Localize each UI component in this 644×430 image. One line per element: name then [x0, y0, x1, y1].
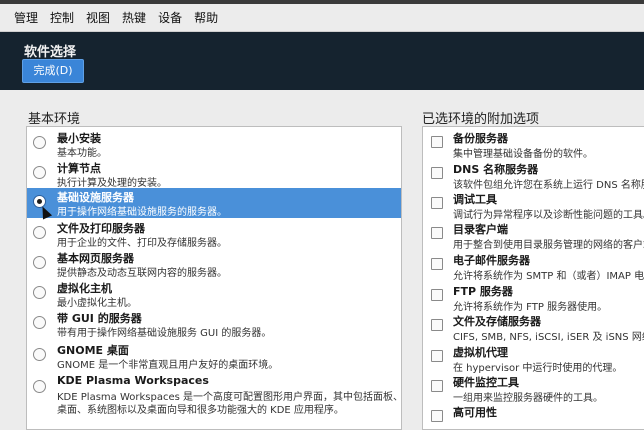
software-selection-content: 基本环境 已选环境的附加选项 最小安装 基本功能。 计算节点 执行计算及处理的安…	[8, 90, 644, 430]
env-item-desc: GNOME 是一个非常直观且用户友好的桌面环境。	[57, 360, 279, 371]
addon-item-name: 电子邮件服务器	[453, 254, 530, 267]
env-item-desc: 提供静态及动态互联网内容的服务器。	[57, 268, 227, 279]
env-item-server-with-gui[interactable]: 带 GUI 的服务器 带有用于操作网络基础设施服务 GUI 的服务器。	[27, 309, 401, 339]
menu-control[interactable]: 控制	[44, 9, 80, 26]
addon-item-high-availability[interactable]: 高可用性	[423, 403, 644, 429]
addon-item-name: 目录客户端	[453, 223, 508, 236]
checkbox[interactable]	[431, 319, 443, 331]
checkbox[interactable]	[431, 167, 443, 179]
env-item-virtualization-host[interactable]: 虚拟化主机 最小虚拟化主机。	[27, 279, 401, 309]
addon-item-name: 硬件监控工具	[453, 376, 519, 389]
addon-item-desc: 该软件包组允许您在系统上运行 DNS 名称服	[453, 180, 644, 191]
checkbox[interactable]	[431, 227, 443, 239]
checkbox[interactable]	[431, 410, 443, 422]
radio-button[interactable]	[33, 286, 46, 299]
env-item-desc: 执行计算及处理的安装。	[57, 178, 167, 189]
radio-button[interactable]	[33, 256, 46, 269]
radio-button[interactable]	[33, 316, 46, 329]
env-item-infrastructure-server[interactable]: 基础设施服务器 用于操作网络基础设施服务的服务器。	[27, 188, 401, 218]
base-environment-list: 最小安装 基本功能。 计算节点 执行计算及处理的安装。 基础设施服务器 用于操作…	[26, 126, 402, 430]
radio-button[interactable]	[33, 136, 46, 149]
addons-heading: 已选环境的附加选项	[422, 112, 540, 127]
addon-item-desc: CIFS, SMB, NFS, iSCSI, iSER 及 iSNS 网络	[453, 332, 644, 343]
env-item-name: KDE Plasma Workspaces	[57, 374, 209, 387]
addon-item-desc: 允许将系统作为 SMTP 和（或者）IMAP 电子	[453, 271, 644, 282]
addon-item-directory-client[interactable]: 目录客户端 用于整合到使用目录服务管理的网络的客户端	[423, 220, 644, 251]
env-item-basic-web-server[interactable]: 基本网页服务器 提供静态及动态互联网内容的服务器。	[27, 249, 401, 279]
page-title: 软件选择	[24, 45, 77, 60]
addon-item-file-storage-server[interactable]: 文件及存储服务器 CIFS, SMB, NFS, iSCSI, iSER 及 i…	[423, 312, 644, 343]
radio-button[interactable]	[33, 348, 46, 361]
addon-item-name: DNS 名称服务器	[453, 163, 539, 176]
addon-item-name: 备份服务器	[453, 132, 508, 145]
addon-item-desc: 在 hypervisor 中运行时使用的代理。	[453, 363, 623, 374]
addon-item-desc: 一组用来监控服务器硬件的工具。	[453, 393, 603, 404]
env-item-minimal[interactable]: 最小安装 基本功能。	[27, 129, 401, 159]
addon-item-name: 虚拟机代理	[453, 346, 508, 359]
menu-help[interactable]: 帮助	[188, 9, 224, 26]
radio-button[interactable]	[33, 166, 46, 179]
env-item-file-print-server[interactable]: 文件及打印服务器 用于企业的文件、打印及存储服务器。	[27, 219, 401, 249]
checkbox[interactable]	[431, 197, 443, 209]
menu-manage[interactable]: 管理	[8, 9, 44, 26]
env-item-desc: 最小虚拟化主机。	[57, 298, 137, 309]
addon-item-ftp-server[interactable]: FTP 服务器 允许将系统作为 FTP 服务器使用。	[423, 282, 644, 313]
env-item-desc: 用于企业的文件、打印及存储服务器。	[57, 238, 227, 249]
env-item-desc-line2: 桌面、系统图标以及桌面向导和很多功能强大的 KDE 应用程序。	[57, 405, 344, 416]
checkbox[interactable]	[431, 136, 443, 148]
env-item-desc: 基本功能。	[57, 148, 107, 159]
done-button[interactable]: 完成(D)	[22, 59, 84, 83]
header-banner: 软件选择 完成(D)	[0, 32, 644, 90]
env-item-desc: 用于操作网络基础设施服务的服务器。	[57, 207, 227, 218]
addon-item-debug-tools[interactable]: 调试工具 调试行为异常程序以及诊断性能问题的工具。	[423, 190, 644, 221]
addons-list: 备份服务器 集中管理基础设备备份的软件。 DNS 名称服务器 该软件包组允许您在…	[422, 126, 644, 430]
addon-item-vm-agent[interactable]: 虚拟机代理 在 hypervisor 中运行时使用的代理。	[423, 343, 644, 374]
addon-item-hardware-monitoring[interactable]: 硬件监控工具 一组用来监控服务器硬件的工具。	[423, 373, 644, 404]
addon-item-desc: 允许将系统作为 FTP 服务器使用。	[453, 302, 608, 313]
addon-item-name: FTP 服务器	[453, 285, 513, 298]
checkbox[interactable]	[431, 350, 443, 362]
radio-button[interactable]	[33, 226, 46, 239]
env-item-compute-node[interactable]: 计算节点 执行计算及处理的安装。	[27, 159, 401, 189]
addon-item-desc: 调试行为异常程序以及诊断性能问题的工具。	[453, 210, 644, 221]
env-item-kde-plasma[interactable]: KDE Plasma Workspaces KDE Plasma Workspa…	[27, 373, 401, 417]
checkbox[interactable]	[431, 380, 443, 392]
addon-item-desc: 用于整合到使用目录服务管理的网络的客户端	[453, 240, 644, 251]
env-item-desc: 带有用于操作网络基础设施服务 GUI 的服务器。	[57, 328, 272, 339]
env-item-gnome-desktop[interactable]: GNOME 桌面 GNOME 是一个非常直观且用户友好的桌面环境。	[27, 341, 401, 371]
addon-item-name: 调试工具	[453, 193, 497, 206]
menu-view[interactable]: 视图	[80, 9, 116, 26]
checkbox[interactable]	[431, 289, 443, 301]
addon-item-desc: 集中管理基础设备备份的软件。	[453, 149, 593, 160]
base-environment-heading: 基本环境	[28, 112, 81, 127]
radio-button[interactable]	[33, 380, 46, 393]
menu-devices[interactable]: 设备	[152, 9, 188, 26]
addon-item-backup-server[interactable]: 备份服务器 集中管理基础设备备份的软件。	[423, 129, 644, 160]
addon-item-email-server[interactable]: 电子邮件服务器 允许将系统作为 SMTP 和（或者）IMAP 电子	[423, 251, 644, 282]
addon-item-name: 文件及存储服务器	[453, 315, 541, 328]
vm-menubar: 管理 控制 视图 热键 设备 帮助	[0, 4, 644, 32]
checkbox[interactable]	[431, 258, 443, 270]
menu-hotkey[interactable]: 热键	[116, 9, 152, 26]
addon-item-name: 高可用性	[453, 406, 497, 419]
addon-item-dns-server[interactable]: DNS 名称服务器 该软件包组允许您在系统上运行 DNS 名称服	[423, 160, 644, 191]
